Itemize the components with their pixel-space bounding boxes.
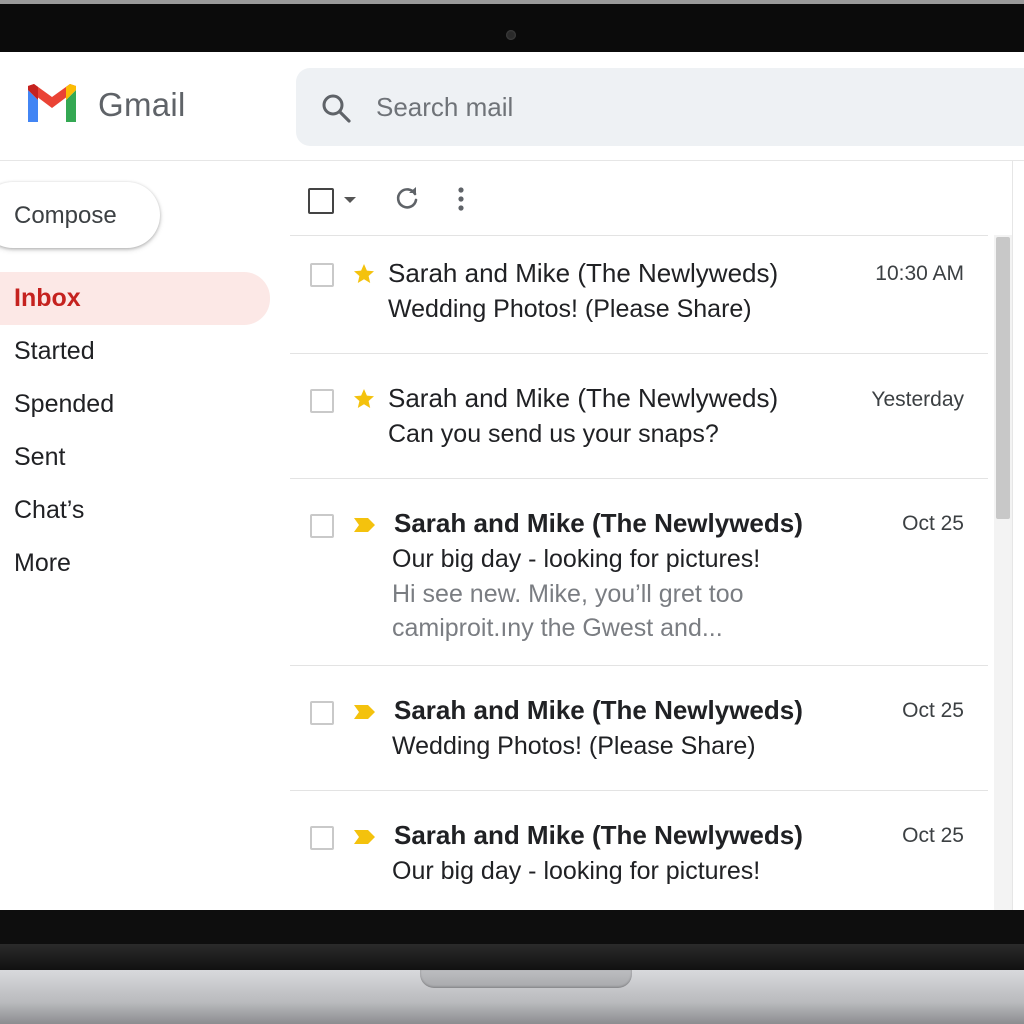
email-subject: Can you send us your snaps? [388, 420, 719, 448]
gmail-logo-icon[interactable] [24, 82, 80, 126]
scrollbar[interactable] [994, 235, 1012, 910]
search-icon[interactable] [320, 92, 352, 124]
email-row[interactable]: Sarah and Mike (The Newlyweds) Wedding P… [290, 665, 988, 790]
laptop-lid-notch [420, 970, 632, 988]
sidebar-item-inbox[interactable]: Inbox [0, 272, 270, 325]
email-row[interactable]: Sarah and Mike (The Newlyweds) Can you s… [290, 353, 988, 478]
email-time: 10:30 AM [875, 262, 964, 285]
email-sender: Sarah and Mike (The Newlyweds) [388, 383, 779, 413]
row-checkbox[interactable] [310, 826, 334, 850]
email-snippet: Hi see new. Mike, you’ll gret too [392, 580, 744, 608]
email-time: Oct 25 [902, 824, 964, 847]
laptop-top-bezel [0, 0, 1024, 52]
sidebar-item-label: Sent [14, 443, 66, 471]
sidebar-item-sent[interactable]: Sent [0, 431, 290, 484]
header: Gmail Search mail [0, 52, 1024, 161]
compose-label: Compose [14, 202, 117, 229]
row-checkbox[interactable] [310, 263, 334, 287]
gmail-window: Gmail Search mail Compose Inbox Started … [0, 52, 1024, 910]
sidebar-item-chats[interactable]: Chat’s [0, 484, 290, 537]
email-sender: Sarah and Mike (The Newlyweds) [388, 258, 779, 288]
sidebar-item-label: More [14, 549, 71, 577]
refresh-icon[interactable] [394, 186, 420, 212]
email-list: Sarah and Mike (The Newlyweds) Wedding P… [290, 235, 988, 910]
important-icon[interactable] [352, 513, 376, 537]
email-time: Yesterday [871, 388, 964, 411]
email-row[interactable]: Sarah and Mike (The Newlyweds) Our big d… [290, 478, 988, 665]
search-input[interactable]: Search mail [376, 92, 513, 123]
sidebar-item-label: Started [14, 337, 95, 365]
row-checkbox[interactable] [310, 389, 334, 413]
star-icon[interactable] [352, 262, 376, 286]
email-subject: Wedding Photos! (Please Share) [388, 295, 752, 323]
email-sender: Sarah and Mike (The Newlyweds) [394, 508, 803, 538]
email-row[interactable]: Sarah and Mike (The Newlyweds) Wedding P… [290, 235, 988, 353]
divider [1012, 160, 1013, 910]
email-sender: Sarah and Mike (The Newlyweds) [394, 695, 803, 725]
sidebar-item-started[interactable]: Started [0, 325, 290, 378]
email-subject: Wedding Photos! (Please Share) [392, 732, 756, 760]
more-vert-icon[interactable] [456, 186, 466, 212]
star-icon[interactable] [352, 387, 376, 411]
chevron-down-icon[interactable] [344, 197, 356, 203]
email-sender: Sarah and Mike (The Newlyweds) [394, 820, 803, 850]
list-toolbar [296, 172, 996, 236]
email-subject: Our big day - looking for pictures! [392, 857, 761, 885]
email-time: Oct 25 [902, 512, 964, 535]
compose-button[interactable]: Compose [0, 182, 160, 248]
email-row[interactable]: Sarah and Mike (The Newlyweds) Our big d… [290, 790, 988, 910]
select-all-checkbox[interactable] [308, 188, 334, 214]
important-icon[interactable] [352, 700, 376, 724]
search-bar[interactable]: Search mail [296, 68, 1024, 146]
webcam [506, 30, 516, 40]
row-checkbox[interactable] [310, 514, 334, 538]
laptop-hinge [0, 944, 1024, 970]
email-time: Oct 25 [902, 699, 964, 722]
sidebar-item-label: Chat’s [14, 496, 85, 524]
important-icon[interactable] [352, 825, 376, 849]
brand-name[interactable]: Gmail [98, 86, 186, 124]
row-checkbox[interactable] [310, 701, 334, 725]
email-snippet: camiproit.ıny the Gwest and... [392, 614, 723, 642]
sidebar-item-label: Spended [14, 390, 115, 418]
email-subject: Our big day - looking for pictures! [392, 545, 761, 573]
scrollbar-thumb[interactable] [996, 237, 1010, 519]
sidebar-item-spended[interactable]: Spended [0, 378, 290, 431]
sidebar-item-label: Inbox [14, 284, 81, 312]
sidebar-nav: Inbox Started Spended Sent Chat’s More [0, 272, 290, 590]
sidebar-item-more[interactable]: More [0, 537, 290, 590]
